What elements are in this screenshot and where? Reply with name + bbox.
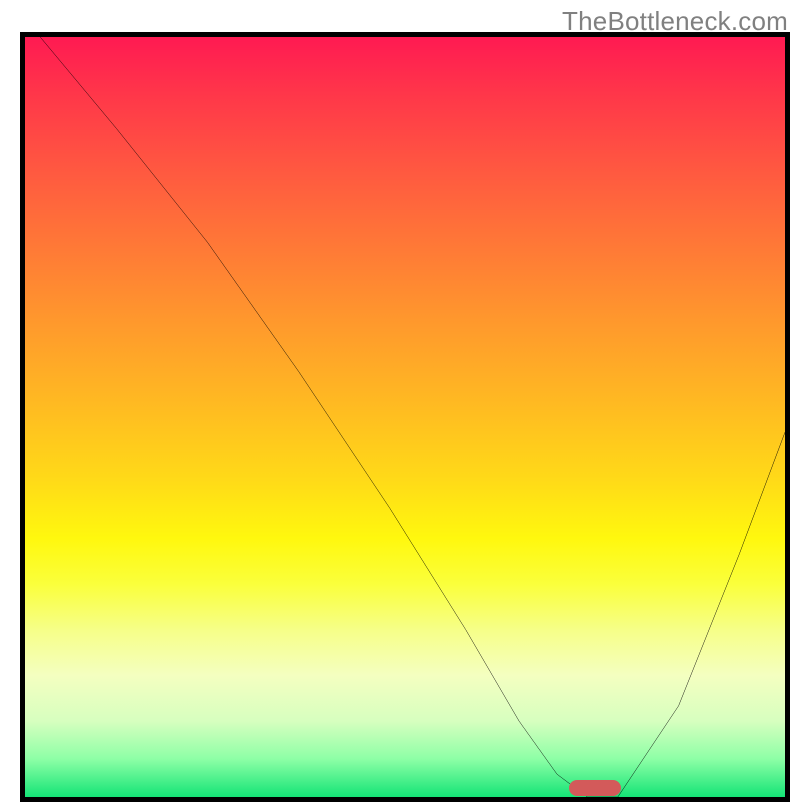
chart-canvas: TheBottleneck.com — [0, 0, 800, 800]
optimal-marker — [569, 780, 621, 796]
plot-area — [25, 37, 785, 797]
bottleneck-curve — [25, 37, 785, 797]
plot-frame — [20, 32, 790, 802]
